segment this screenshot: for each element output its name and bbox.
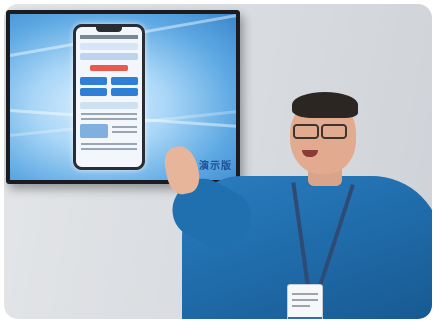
badge-text-line (292, 305, 310, 307)
phone-menu-button (111, 77, 138, 85)
photo-frame: 演示版 (4, 4, 432, 319)
phone-image (80, 124, 108, 138)
phone-menu-button (80, 77, 107, 85)
phone-text-line (81, 143, 137, 145)
phone-text-line (81, 118, 137, 120)
phone-menu-button (80, 88, 107, 96)
glasses-lens (321, 124, 347, 139)
demo-version-label: 演示版 (199, 161, 232, 172)
badge-stripe (288, 317, 322, 319)
glasses-lens (293, 124, 319, 139)
phone-text-line (112, 131, 137, 133)
badge-text-line (292, 299, 318, 301)
phone-menu-button (111, 88, 138, 96)
phone-text-line (81, 148, 137, 150)
wall-tv: 演示版 (6, 10, 240, 184)
tv-screen: 演示版 (10, 14, 236, 180)
phone-banner (80, 43, 138, 50)
name-badge (287, 284, 323, 319)
person-hair (292, 92, 358, 118)
phone-text-line (112, 126, 137, 128)
phone-text-line (81, 113, 137, 115)
phone-section (80, 102, 138, 109)
phone-mockup (73, 24, 145, 170)
phone-banner (80, 53, 138, 60)
phone-highlight-button (90, 65, 128, 71)
phone-notch (96, 27, 122, 32)
glasses (287, 124, 351, 139)
badge-text-line (292, 293, 318, 295)
phone-app-title (80, 35, 138, 39)
